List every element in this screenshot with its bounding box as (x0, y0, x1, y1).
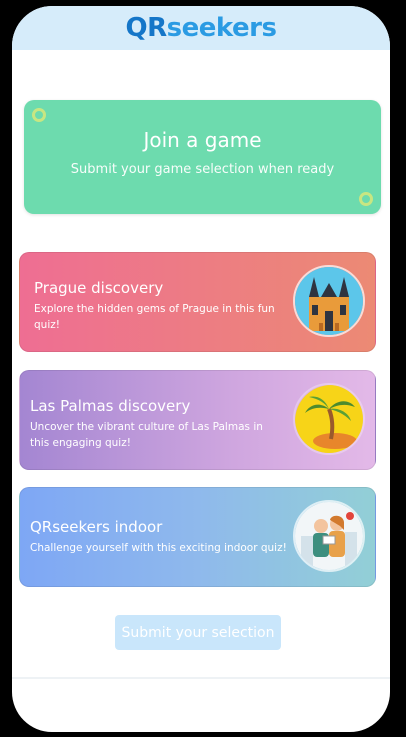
game-description: Uncover the vibrant culture of Las Palma… (30, 421, 263, 449)
join-title: Join a game (143, 128, 262, 152)
submit-selection-button[interactable]: Submit your selection (115, 615, 281, 650)
logo-seekers-text: seekers (166, 13, 277, 43)
explorers-icon (293, 500, 365, 572)
logo-qr-text: QR (125, 13, 168, 43)
game-title: Prague discovery (34, 279, 164, 297)
game-description: Challenge yourself with this exciting in… (30, 542, 287, 554)
prague-church-icon (293, 265, 365, 337)
decor-ring-icon (32, 108, 46, 122)
join-game-panel: Join a game Submit your game selection w… (24, 100, 381, 214)
palm-tree-icon (293, 383, 365, 455)
app-screen: QRseekers Join a game Submit your game s… (12, 6, 390, 732)
footer-divider (12, 677, 390, 679)
join-subtitle: Submit your game selection when ready (70, 162, 335, 177)
game-title: QRseekers indoor (30, 518, 163, 536)
game-card-prague[interactable]: Prague discovery Explore the hidden gems… (19, 252, 376, 352)
game-title: Las Palmas discovery (30, 397, 191, 415)
game-description: Explore the hidden gems of Prague in thi… (34, 303, 275, 331)
qrseekers-logo: QRseekers (126, 13, 277, 43)
game-card-indoor[interactable]: QRseekers indoor Challenge yourself with… (19, 487, 376, 587)
decor-ring-icon (359, 192, 373, 206)
app-header: QRseekers (12, 6, 390, 50)
game-card-las-palmas[interactable]: Las Palmas discovery Uncover the vibrant… (19, 370, 376, 470)
